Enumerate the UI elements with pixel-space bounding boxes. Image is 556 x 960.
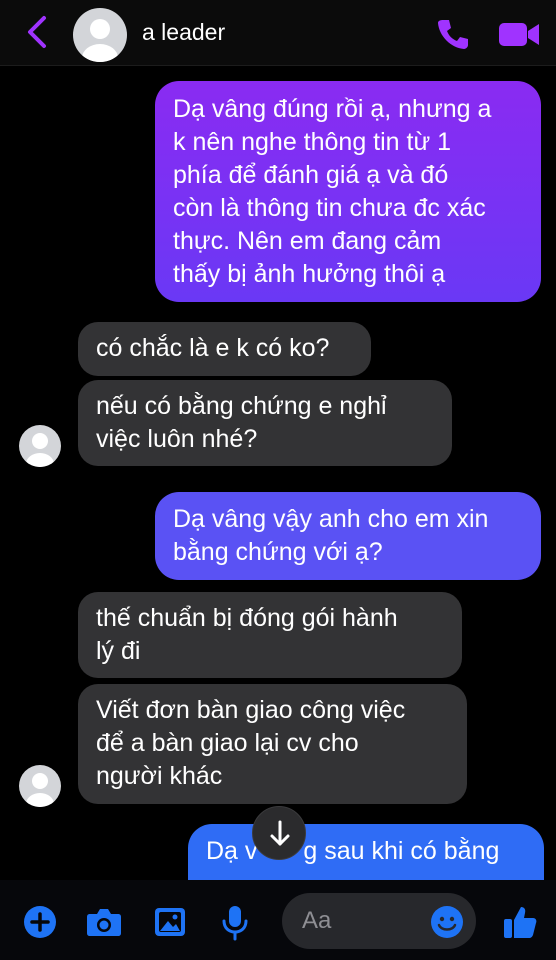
emoji-icon[interactable]: [430, 905, 464, 939]
message-line: thực. Nên em đang cảm: [173, 227, 442, 255]
contact-name[interactable]: a leader: [142, 19, 225, 46]
person-icon: [26, 773, 54, 807]
message-line: Dạ vâng vậy anh cho em xin: [173, 505, 489, 533]
message-line: còn là thông tin chưa đc xác: [173, 194, 486, 222]
arrow-down-icon: [270, 820, 290, 846]
message-line: Viết đơn bàn giao công việc: [96, 696, 406, 724]
message-line: bằng chứng với ạ?: [173, 538, 383, 566]
message-line: thấy bị ảnh hưởng thôi ạ: [173, 260, 446, 288]
person-icon: [26, 433, 54, 467]
contact-avatar[interactable]: [73, 8, 127, 62]
message-line: nếu có bằng chứng e nghỉ: [96, 392, 387, 420]
message-line: thế chuẩn bị đóng gói hành: [96, 604, 398, 632]
camera-icon[interactable]: [84, 902, 124, 942]
plus-circle-icon[interactable]: [20, 902, 60, 942]
scroll-to-bottom-button[interactable]: [252, 806, 306, 860]
thumbs-up-icon[interactable]: [500, 902, 540, 942]
sender-avatar[interactable]: [19, 425, 61, 467]
message-line: người khác: [96, 762, 223, 790]
message-line: k nên nghe thông tin từ 1: [173, 128, 452, 156]
message-incoming[interactable]: nếu có bằng chứng e nghỉ việc luôn nhé?: [78, 380, 452, 466]
microphone-icon[interactable]: [215, 902, 255, 942]
message-line: có chắc là e k có ko?: [96, 334, 330, 362]
message-line: việc luôn nhé?: [96, 425, 258, 453]
back-chevron-icon[interactable]: [22, 14, 52, 50]
message-incoming[interactable]: Viết đơn bàn giao công việc để a bàn gia…: [78, 684, 467, 804]
sender-avatar[interactable]: [19, 765, 61, 807]
message-line: để a bàn giao lại cv cho: [96, 729, 359, 757]
message-line: phía để đánh giá ạ và đó: [173, 161, 449, 189]
message-line: lý đi: [96, 637, 141, 665]
message-line: Dạ vâng đúng rồi ạ, nhưng a: [173, 95, 492, 123]
message-outgoing[interactable]: Dạ vâng đúng rồi ạ, nhưng a k nên nghe t…: [155, 81, 541, 302]
person-icon: [82, 19, 118, 62]
message-input-placeholder: Aa: [302, 907, 332, 934]
message-incoming[interactable]: có chắc là e k có ko?: [78, 322, 371, 376]
message-incoming[interactable]: thế chuẩn bị đóng gói hành lý đi: [78, 592, 462, 678]
image-icon[interactable]: [150, 902, 190, 942]
message-outgoing[interactable]: Dạ vâng vậy anh cho em xin bằng chứng vớ…: [155, 492, 541, 580]
phone-icon[interactable]: [436, 17, 470, 51]
chat-header: a leader: [0, 0, 556, 66]
video-camera-icon[interactable]: [498, 18, 540, 50]
